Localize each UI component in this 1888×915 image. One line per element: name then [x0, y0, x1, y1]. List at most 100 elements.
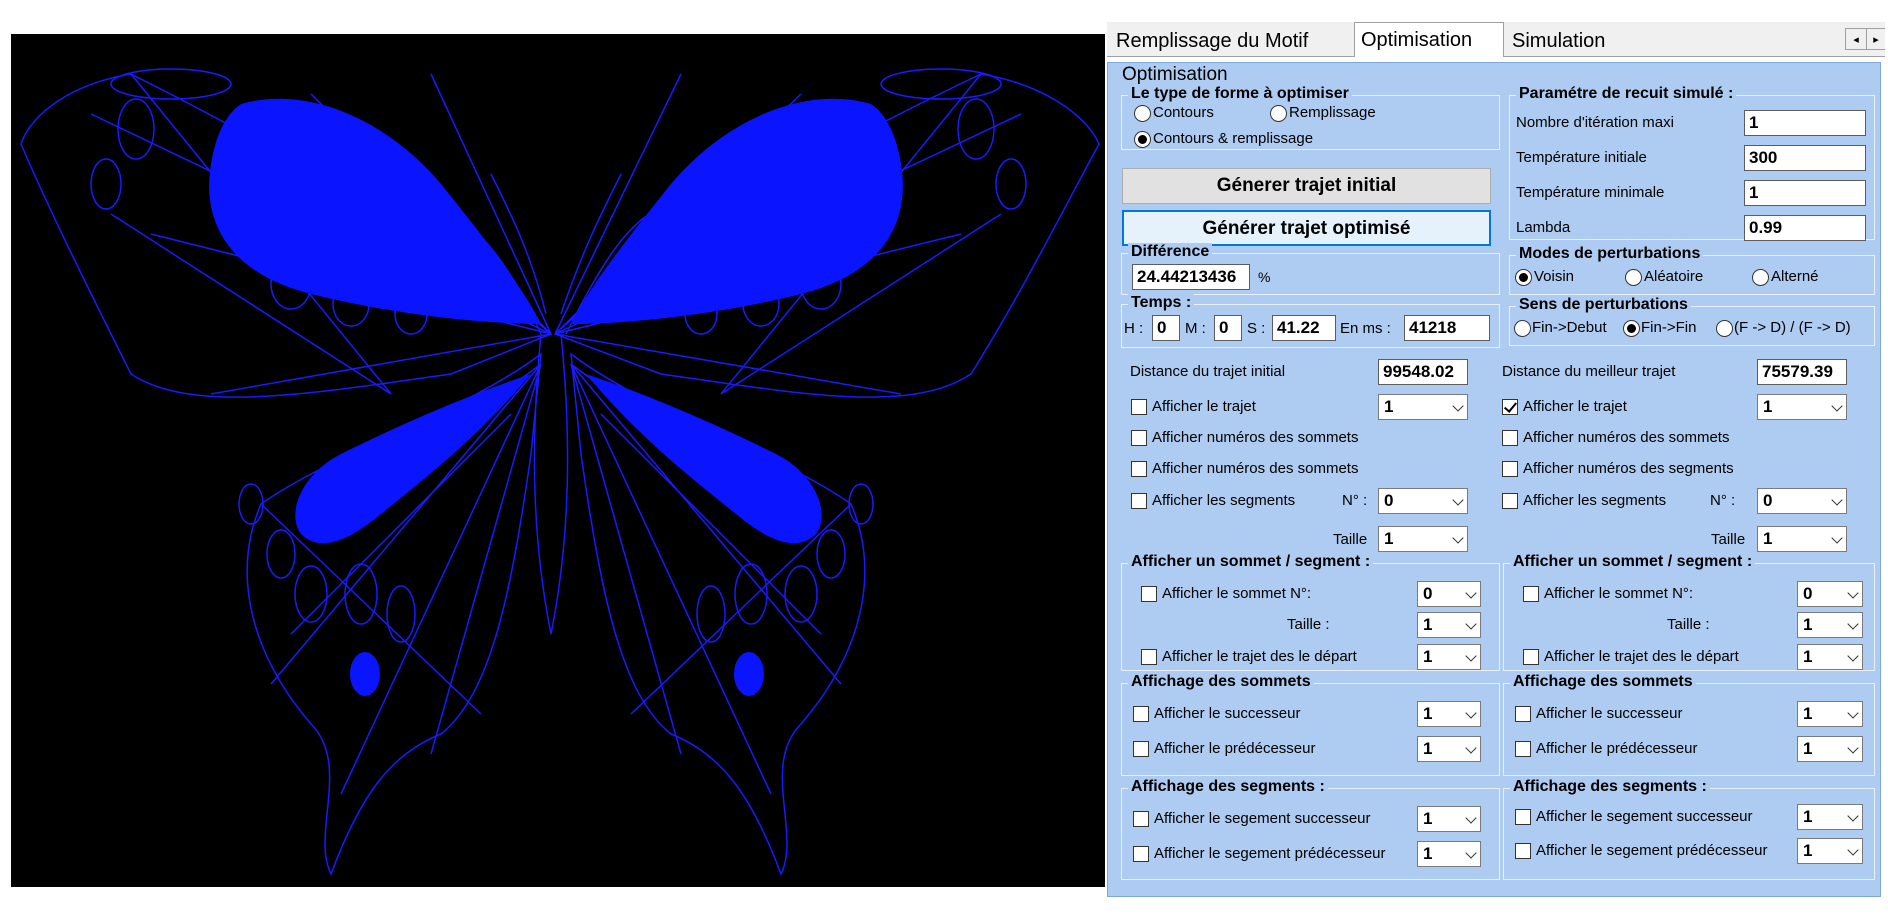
right-vertex-n-select[interactable]: 0	[1797, 581, 1863, 607]
right-predecessor-select[interactable]: 1	[1797, 736, 1863, 762]
minutes-field[interactable]: 0	[1214, 315, 1242, 341]
right-size-select[interactable]: 1	[1757, 526, 1847, 552]
right-path-from-start-select[interactable]: 1	[1797, 644, 1863, 670]
left-path-from-start-checkbox[interactable]	[1141, 649, 1157, 665]
left-vertex-size-label: Taille :	[1287, 616, 1330, 633]
initial-distance-label: Distance du trajet initial	[1130, 363, 1286, 380]
tab-bar: Remplissage du Motif Optimisation Simula…	[1107, 22, 1885, 57]
right-vertex-size-label: Taille :	[1667, 616, 1710, 633]
chevron-down-icon	[1452, 494, 1464, 506]
chevron-down-icon	[1847, 587, 1859, 599]
tab-remplissage-du-motif[interactable]: Remplissage du Motif	[1110, 26, 1352, 56]
left-segment-n-select[interactable]: 0	[1378, 488, 1468, 514]
right-segment-successor-label: Afficher le segement successeur	[1536, 808, 1753, 825]
radio-contours-remplissage-label: Contours & remplissage	[1153, 130, 1314, 147]
generate-optimized-path-button[interactable]: Générer trajet optimisé	[1122, 210, 1491, 246]
perturbation-modes-group: Modes de perturbations Voisin Aléatoire …	[1509, 245, 1875, 295]
max-iterations-label: Nombre d'itération maxi	[1516, 114, 1674, 131]
left-segment-predecessor-label: Afficher le segement prédécesseur	[1154, 845, 1386, 862]
right-path-from-start-checkbox[interactable]	[1523, 649, 1539, 665]
radio-contours[interactable]	[1134, 105, 1151, 122]
radio-fin-debut[interactable]	[1514, 320, 1531, 337]
ms-field[interactable]: 41218	[1404, 315, 1490, 341]
right-successor-checkbox[interactable]	[1515, 706, 1531, 722]
left-segment-predecessor-select[interactable]: 1	[1417, 841, 1481, 867]
left-segment-numbers-checkbox[interactable]	[1131, 461, 1147, 477]
left-size-select[interactable]: 1	[1378, 526, 1468, 552]
radio-alterne[interactable]	[1752, 269, 1769, 286]
right-path-from-start-label: Afficher le trajet des le départ	[1544, 648, 1739, 665]
radio-contours-label: Contours	[1153, 104, 1214, 121]
right-segment-display-title: Affichage des segments :	[1510, 778, 1710, 796]
left-show-path-select[interactable]: 1	[1378, 394, 1468, 420]
right-show-path-checkbox[interactable]	[1502, 399, 1518, 415]
chevron-down-icon	[1847, 707, 1859, 719]
left-show-vertex-n-checkbox[interactable]	[1141, 586, 1157, 602]
right-segment-successor-select[interactable]: 1	[1797, 804, 1863, 830]
generate-initial-path-button[interactable]: Génerer trajet initial	[1122, 168, 1491, 204]
tab-scroll-right-icon[interactable]: ▸	[1866, 28, 1885, 50]
right-show-vertex-n-checkbox[interactable]	[1523, 586, 1539, 602]
left-vertex-numbers-checkbox[interactable]	[1131, 430, 1147, 446]
seconds-field[interactable]: 41.22	[1272, 315, 1336, 341]
chevron-down-icon	[1831, 532, 1843, 544]
left-single-vertex-group: Afficher un sommet / segment : Afficher …	[1121, 553, 1500, 671]
tab-simulation[interactable]: Simulation	[1506, 26, 1630, 56]
right-segment-predecessor-checkbox[interactable]	[1515, 843, 1531, 859]
right-single-vertex-title: Afficher un sommet / segment :	[1510, 553, 1756, 571]
right-vertex-size-select[interactable]: 1	[1797, 612, 1863, 638]
left-segment-successor-checkbox[interactable]	[1133, 811, 1149, 827]
lambda-field[interactable]: 0.99	[1744, 215, 1866, 241]
radio-fin-fin[interactable]	[1623, 320, 1640, 337]
radio-voisin[interactable]	[1515, 269, 1532, 286]
left-show-path-value: 1	[1384, 397, 1394, 416]
left-vertex-size-select[interactable]: 1	[1417, 612, 1481, 638]
radio-remplissage[interactable]	[1270, 105, 1287, 122]
left-segment-predecessor-value: 1	[1423, 844, 1433, 863]
right-show-segments-checkbox[interactable]	[1502, 493, 1518, 509]
left-segment-successor-select[interactable]: 1	[1417, 806, 1481, 832]
min-temperature-field[interactable]: 1	[1744, 180, 1866, 206]
left-segment-display-title: Affichage des segments :	[1128, 778, 1328, 796]
left-vertex-display-group: Affichage des sommets Afficher le succes…	[1121, 673, 1500, 776]
right-segment-numbers-checkbox[interactable]	[1502, 461, 1518, 477]
right-segment-predecessor-select[interactable]: 1	[1797, 838, 1863, 864]
tab-scroll-left-icon[interactable]: ◂	[1845, 28, 1867, 50]
right-successor-select[interactable]: 1	[1797, 701, 1863, 727]
left-successor-checkbox[interactable]	[1133, 706, 1149, 722]
radio-fd-fd[interactable]	[1716, 320, 1733, 337]
tab-optimisation[interactable]: Optimisation	[1354, 22, 1504, 57]
radio-aleatoire[interactable]	[1625, 269, 1642, 286]
right-show-path-value: 1	[1763, 397, 1773, 416]
initial-temperature-field[interactable]: 300	[1744, 145, 1866, 171]
left-predecessor-checkbox[interactable]	[1133, 741, 1149, 757]
left-path-from-start-select[interactable]: 1	[1417, 644, 1481, 670]
max-iterations-field[interactable]: 1	[1744, 110, 1866, 136]
drawing-canvas[interactable]	[11, 34, 1105, 887]
left-successor-select[interactable]: 1	[1417, 701, 1481, 727]
right-segment-successor-checkbox[interactable]	[1515, 809, 1531, 825]
right-segment-n-select[interactable]: 0	[1757, 488, 1847, 514]
initial-distance-field[interactable]: 99548.02	[1378, 359, 1468, 385]
best-distance-field[interactable]: 75579.39	[1757, 359, 1847, 385]
left-segment-predecessor-checkbox[interactable]	[1133, 846, 1149, 862]
left-vertex-n-select[interactable]: 0	[1417, 581, 1481, 607]
perturbation-direction-group: Sens de perturbations Fin->Debut Fin->Fi…	[1509, 296, 1875, 346]
right-show-path-label: Afficher le trajet	[1523, 398, 1627, 415]
difference-field[interactable]: 24.44213436	[1132, 264, 1250, 290]
left-show-path-checkbox[interactable]	[1131, 399, 1147, 415]
radio-contours-remplissage[interactable]	[1134, 131, 1151, 148]
left-predecessor-select[interactable]: 1	[1417, 736, 1481, 762]
left-segment-numbers-label: Afficher numéros des sommets	[1152, 460, 1359, 477]
right-show-path-select[interactable]: 1	[1757, 394, 1847, 420]
shape-type-group: Le type de forme à optimiser Contours Re…	[1121, 85, 1500, 150]
right-successor-label: Afficher le successeur	[1536, 705, 1683, 722]
chevron-down-icon	[1452, 400, 1464, 412]
right-vertex-numbers-checkbox[interactable]	[1502, 430, 1518, 446]
section-title: Optimisation	[1122, 64, 1228, 85]
left-show-segments-checkbox[interactable]	[1131, 493, 1147, 509]
chevron-down-icon	[1465, 812, 1477, 824]
right-predecessor-checkbox[interactable]	[1515, 741, 1531, 757]
hours-field[interactable]: 0	[1152, 315, 1180, 341]
radio-fin-fin-label: Fin->Fin	[1641, 319, 1697, 336]
